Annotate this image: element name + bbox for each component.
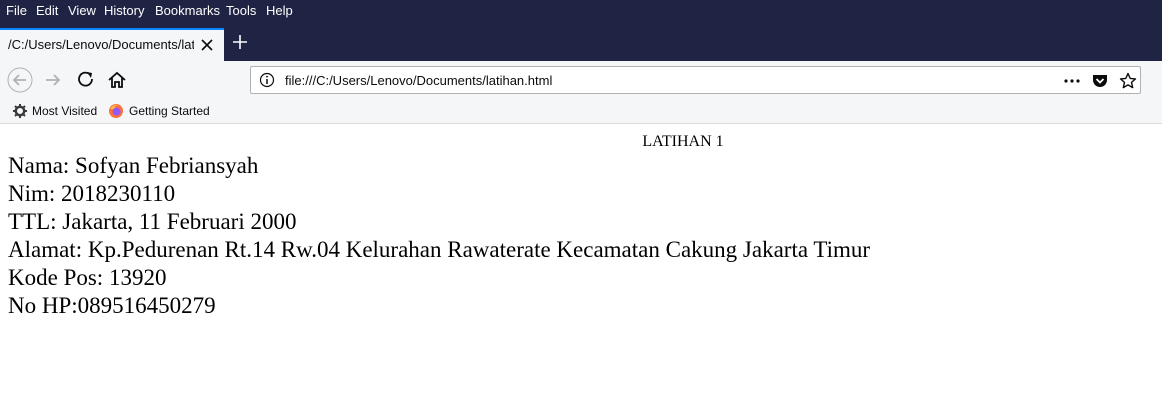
menu-tools[interactable]: Tools bbox=[226, 3, 256, 19]
page-content: LATIHAN 1 Nama: Sofyan Febriansyah Nim: … bbox=[0, 124, 1162, 408]
reload-icon[interactable] bbox=[73, 67, 99, 93]
bookmarks-toolbar: Most Visited Getting Started bbox=[0, 99, 1162, 124]
menu-file[interactable]: File bbox=[6, 3, 27, 19]
info-lines: Nama: Sofyan Febriansyah Nim: 2018230110… bbox=[8, 152, 870, 320]
menu-edit[interactable]: Edit bbox=[36, 3, 58, 19]
info-icon[interactable] bbox=[259, 72, 275, 88]
close-icon[interactable] bbox=[198, 36, 216, 54]
page-heading: LATIHAN 1 bbox=[642, 133, 724, 150]
star-icon[interactable] bbox=[1119, 72, 1137, 90]
tab-strip: /C:/Users/Lenovo/Documents/latihan.html bbox=[0, 24, 1162, 61]
firefox-icon bbox=[109, 104, 123, 118]
url-text[interactable]: file:///C:/Users/Lenovo/Documents/latiha… bbox=[285, 73, 552, 88]
info-line-nama: Nama: Sofyan Febriansyah bbox=[8, 153, 259, 178]
menu-history[interactable]: History bbox=[104, 3, 144, 19]
menu-bar: File Edit View History Bookmarks Tools H… bbox=[0, 0, 1162, 24]
more-actions-icon[interactable] bbox=[1063, 72, 1081, 90]
bookmark-most-visited[interactable]: Most Visited bbox=[32, 103, 97, 119]
info-line-alamat: Alamat: Kp.Pedurenan Rt.14 Rw.04 Kelurah… bbox=[8, 237, 871, 262]
menu-help[interactable]: Help bbox=[266, 3, 293, 19]
active-tab[interactable]: /C:/Users/Lenovo/Documents/latihan.html bbox=[0, 28, 224, 61]
home-icon[interactable] bbox=[104, 67, 130, 93]
url-bar[interactable]: file:///C:/Users/Lenovo/Documents/latiha… bbox=[250, 66, 1141, 94]
bookmark-getting-started[interactable]: Getting Started bbox=[129, 103, 210, 119]
tab-title: /C:/Users/Lenovo/Documents/latihan.html bbox=[8, 37, 194, 52]
menu-bookmarks[interactable]: Bookmarks bbox=[155, 3, 220, 19]
info-line-kode-pos: Kode Pos: 13920 bbox=[8, 265, 167, 290]
navigation-toolbar: file:///C:/Users/Lenovo/Documents/latiha… bbox=[0, 61, 1162, 99]
info-line-ttl: TTL: Jakarta, 11 Februari 2000 bbox=[8, 209, 297, 234]
plus-icon[interactable] bbox=[230, 32, 250, 52]
forward-arrow-icon[interactable] bbox=[40, 67, 66, 93]
info-line-nim: Nim: 2018230110 bbox=[8, 181, 176, 206]
info-line-no-hp: No HP:089516450279 bbox=[8, 293, 216, 318]
pocket-icon[interactable] bbox=[1091, 72, 1109, 90]
menu-view[interactable]: View bbox=[68, 3, 96, 19]
back-arrow-icon[interactable] bbox=[7, 67, 33, 93]
gear-icon bbox=[13, 104, 27, 118]
